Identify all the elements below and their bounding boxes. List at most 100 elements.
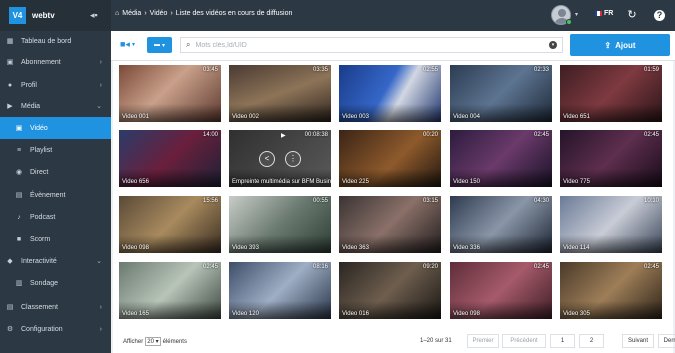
sidebar-item-podcast[interactable]: ♪ Podcast	[0, 206, 111, 228]
video-thumbnail[interactable]: 09:20 Video 016	[339, 262, 441, 319]
video-thumbnail[interactable]: 02:45 Video 775	[560, 130, 662, 187]
video-thumbnail[interactable]: 10:10 Video 114	[560, 196, 662, 253]
next-page-button[interactable]: Suivant	[622, 334, 654, 348]
page-size-control: Afficher 20 ▾ éléments	[123, 337, 187, 346]
home-icon[interactable]: ⌂	[115, 10, 119, 17]
breadcrumb-video[interactable]: Vidéo	[150, 10, 168, 17]
video-title: Empreinte multimédia sur BFM Business	[232, 179, 331, 185]
chevron-down-icon: ⌄	[96, 103, 102, 110]
video-thumbnail[interactable]: 00:55 Video 393	[229, 196, 331, 253]
video-thumbnail[interactable]: 08:16 Video 120	[229, 262, 331, 319]
video-thumbnail[interactable]: 02:33 Video 004	[450, 65, 552, 122]
more-options-icon[interactable]: ⋮	[285, 151, 301, 167]
video-duration: 00:20	[422, 132, 438, 138]
video-thumbnail[interactable]: 02:55 Video 003	[339, 65, 441, 122]
video-title: Video 651	[563, 114, 590, 120]
video-title: Video 114	[563, 245, 590, 251]
french-flag-icon	[595, 11, 602, 16]
refresh-icon[interactable]: ↻	[625, 8, 639, 22]
search-bar: ⌕ ▾	[180, 37, 563, 53]
previous-page-button[interactable]: Précédent	[502, 334, 546, 348]
video-thumbnail[interactable]: 14:00 Video 656	[119, 130, 221, 187]
help-icon[interactable]: ?	[654, 10, 665, 21]
sidebar-item-label: Direct	[30, 168, 49, 176]
video-thumbnail[interactable]: 02:45 Video 098	[450, 262, 552, 319]
sidebar-item-scorm[interactable]: ■ Scorm	[0, 228, 111, 250]
video-duration: 00:08:38	[304, 132, 328, 138]
video-title: Video 165	[122, 311, 149, 317]
sidebar-item-sondage[interactable]: ▥ Sondage	[0, 272, 111, 294]
video-duration: 02:45	[533, 264, 549, 270]
direct-icon: ◉	[15, 169, 23, 176]
sidebar-item-label: Sondage	[30, 279, 59, 287]
media-type-dropdown[interactable]: ■◂ ▾	[120, 39, 135, 50]
chevron-down-icon[interactable]: ▾	[575, 11, 578, 18]
video-title: Video 150	[453, 179, 480, 185]
chevron-right-icon: ›	[99, 325, 102, 333]
search-icon: ⌕	[186, 40, 191, 49]
view-mode-button[interactable]: ▬ ▾	[147, 37, 172, 53]
video-duration: 02:45	[643, 264, 659, 270]
first-page-button[interactable]: Premier	[467, 334, 499, 348]
sidebar-item-playlist[interactable]: ≡ Playlist	[0, 139, 111, 161]
video-thumbnail[interactable]: 02:45 Video 150	[450, 130, 552, 187]
sidebar-item-label: Interactivité	[21, 257, 57, 265]
breadcrumb-separator: ›	[144, 10, 147, 17]
video-duration: 02:55	[422, 67, 438, 73]
language-selector[interactable]: FR	[595, 10, 613, 17]
add-video-button[interactable]: ⇪ Ajout	[570, 34, 670, 56]
playlist-icon: ≡	[16, 146, 22, 154]
sidebar-item-evenement[interactable]: ▤ Évènement	[0, 184, 111, 206]
scorm-icon: ■	[16, 235, 22, 243]
sidebar-item-profil[interactable]: ● Profil ›	[0, 74, 111, 96]
video-thumbnail[interactable]: 03:15 Video 363	[339, 196, 441, 253]
video-title: Video 098	[453, 311, 480, 317]
add-button-label: Ajout	[615, 40, 636, 50]
last-page-button[interactable]: Dernier	[658, 334, 675, 348]
video-thumbnail[interactable]: 15:56 Video 098	[119, 196, 221, 253]
search-options-icon[interactable]: ▾	[549, 41, 557, 49]
tableau-de-bord-icon: ▦	[6, 38, 14, 45]
sidebar-item-classement[interactable]: ▤ Classement ›	[0, 296, 111, 318]
breadcrumb-current: Liste des vidéos en cours de diffusion	[175, 10, 293, 17]
sidebar-item-video[interactable]: ▣ Vidéo	[0, 117, 111, 139]
sidebar-item-interactivite[interactable]: ◆ Interactivité ⌄	[0, 250, 111, 272]
search-input[interactable]	[195, 41, 546, 49]
sidebar-item-media[interactable]: ▶ Média ⌄	[0, 95, 111, 117]
video-duration: 08:16	[312, 264, 328, 270]
sidebar-item-tableau-de-bord[interactable]: ▦ Tableau de bord	[0, 30, 111, 52]
video-duration: 15:56	[202, 198, 218, 204]
sidebar-item-abonnement[interactable]: ▣ Abonnement ›	[0, 51, 111, 73]
video-title: Video 336	[453, 245, 480, 251]
video-camera-icon: ■◂	[120, 39, 130, 49]
video-thumbnail[interactable]: ▶ < ⋮ 00:08:38 Empreinte multimédia sur BFM …	[229, 130, 331, 187]
collapse-sidebar-icon[interactable]: ◂▪	[90, 10, 98, 21]
show-label: Afficher	[123, 338, 144, 345]
interactivite-icon: ◆	[7, 258, 13, 265]
video-thumbnail[interactable]: 02:45 Video 165	[119, 262, 221, 319]
video-duration: 02:45	[202, 264, 218, 270]
video-duration: 02:45	[643, 132, 659, 138]
video-title: Video 016	[342, 311, 369, 317]
video-thumbnail[interactable]: 04:30 Video 336	[450, 196, 552, 253]
video-thumbnail[interactable]: 03:45 Video 001	[119, 65, 221, 122]
classement-icon: ▤	[6, 304, 14, 311]
sidebar-item-configuration[interactable]: ⚙ Configuration ›	[0, 318, 111, 340]
page-2-button[interactable]: 2	[579, 334, 604, 348]
share-icon[interactable]: <	[259, 151, 275, 167]
video-thumbnail[interactable]: 01:59 Video 651	[560, 65, 662, 122]
app-logo[interactable]: V4	[9, 7, 26, 24]
video-title: Video 003	[342, 114, 369, 120]
sidebar-item-direct[interactable]: ◉ Direct	[0, 161, 111, 183]
video-thumbnail[interactable]: 00:20 Video 225	[339, 130, 441, 187]
page-1-button[interactable]: 1	[550, 334, 575, 348]
video-duration: 14:00	[202, 132, 218, 138]
breadcrumb-media[interactable]: Média	[122, 10, 141, 17]
video-thumbnail[interactable]: 03:35 Video 002	[229, 65, 331, 122]
video-thumbnail[interactable]: 02:45 Video 305	[560, 262, 662, 319]
page-size-select[interactable]: 20 ▾	[145, 337, 161, 346]
grid-view-icon: ▬	[153, 42, 160, 48]
configuration-icon: ⚙	[6, 326, 14, 333]
video-icon: ▣	[15, 125, 23, 132]
video-duration: 02:33	[533, 67, 549, 73]
